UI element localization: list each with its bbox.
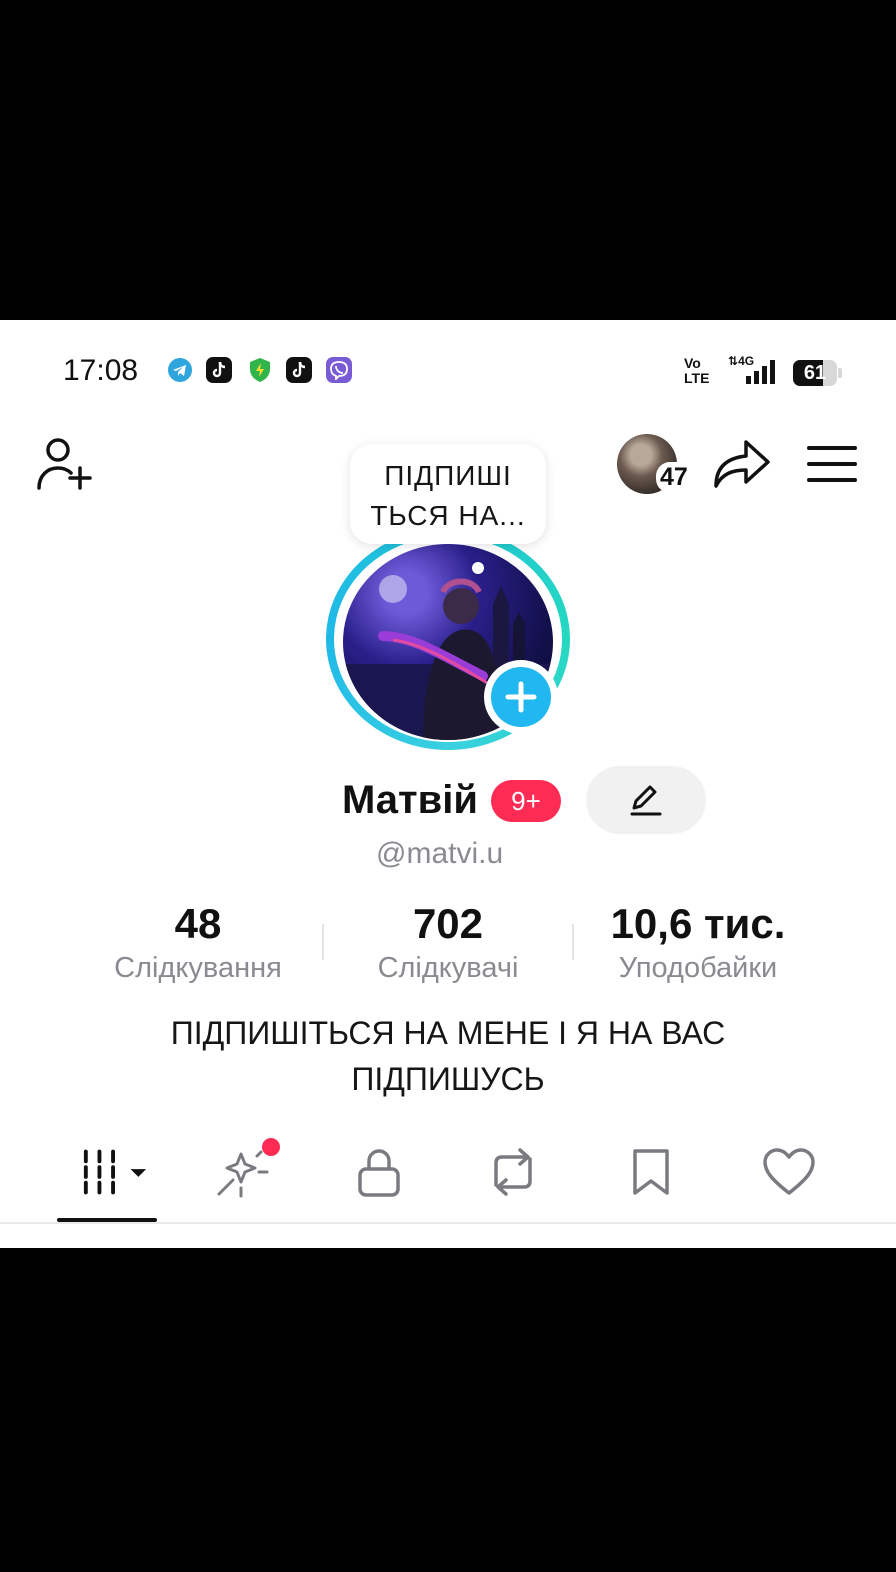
battery-level: 61 bbox=[803, 362, 827, 384]
hamburger-menu-icon bbox=[807, 446, 857, 482]
pencil-icon bbox=[630, 785, 662, 816]
stat-followers[interactable]: 702 Слідкувачі bbox=[348, 900, 548, 985]
lock-icon bbox=[358, 1149, 400, 1197]
note-text-line2: ТЬСЯ НА... bbox=[370, 500, 526, 531]
stat-divider bbox=[572, 924, 574, 960]
tiktok-icon bbox=[206, 357, 232, 383]
note-bubble[interactable]: ПІДПИШІ ТЬСЯ НА... bbox=[350, 444, 546, 544]
plus-icon bbox=[505, 681, 537, 713]
volte-indicator: Vo LTE bbox=[684, 355, 710, 386]
signal-icon bbox=[744, 358, 780, 391]
battery-icon: 61 bbox=[793, 360, 843, 386]
telegram-icon bbox=[167, 357, 193, 383]
heart-icon bbox=[763, 1148, 815, 1195]
story-count: 47 bbox=[656, 462, 692, 493]
note-text-line1: ПІДПИШІ bbox=[384, 460, 512, 491]
profile-bio: ПІДПИШІТЬСЯ НА МЕНЕ І Я НА ВАС ПІДПИШУСЬ bbox=[170, 1015, 726, 1097]
notification-badge[interactable]: 9+ bbox=[491, 780, 561, 822]
tab-liked[interactable] bbox=[754, 1140, 824, 1204]
viber-icon bbox=[326, 357, 352, 383]
share-icon bbox=[714, 440, 770, 488]
stat-divider bbox=[322, 924, 324, 960]
add-friend-button[interactable] bbox=[36, 436, 96, 494]
add-story-button[interactable] bbox=[484, 660, 558, 734]
add-user-icon bbox=[37, 438, 92, 490]
stat-likes[interactable]: 10,6 тис. Уподобайки bbox=[588, 900, 808, 985]
likes-label: Уподобайки bbox=[618, 952, 778, 984]
share-button[interactable] bbox=[712, 438, 772, 490]
followers-count: 702 bbox=[412, 900, 484, 947]
shield-icon bbox=[247, 357, 273, 383]
notification-dot bbox=[262, 1138, 280, 1156]
tab-favorites[interactable] bbox=[616, 1140, 686, 1204]
tab-private[interactable] bbox=[344, 1140, 414, 1204]
menu-button[interactable] bbox=[806, 442, 858, 486]
tabs-divider bbox=[0, 1222, 896, 1224]
following-label: Слідкування bbox=[114, 952, 282, 984]
repost-icon bbox=[494, 1148, 532, 1196]
tab-reposts[interactable] bbox=[478, 1140, 548, 1204]
status-time: 17:08 bbox=[63, 354, 139, 387]
username: @matvi.u bbox=[376, 837, 504, 870]
tab-videos[interactable] bbox=[80, 1140, 150, 1204]
stat-following[interactable]: 48 Слідкування bbox=[98, 900, 298, 985]
videos-grid-icon bbox=[83, 1149, 147, 1195]
app-screen: 17:08 Vo LTE ⇅4G 61 47 ПІДПИШІ ТЬСЯ НА..… bbox=[0, 320, 896, 1248]
profile-name: Матвій bbox=[342, 778, 478, 822]
likes-count: 10,6 тис. bbox=[610, 900, 786, 947]
bookmark-icon bbox=[633, 1149, 669, 1195]
following-count: 48 bbox=[174, 900, 222, 947]
tiktok-icon bbox=[286, 357, 312, 383]
edit-profile-button[interactable] bbox=[586, 766, 706, 834]
followers-label: Слідкувачі bbox=[377, 952, 519, 984]
